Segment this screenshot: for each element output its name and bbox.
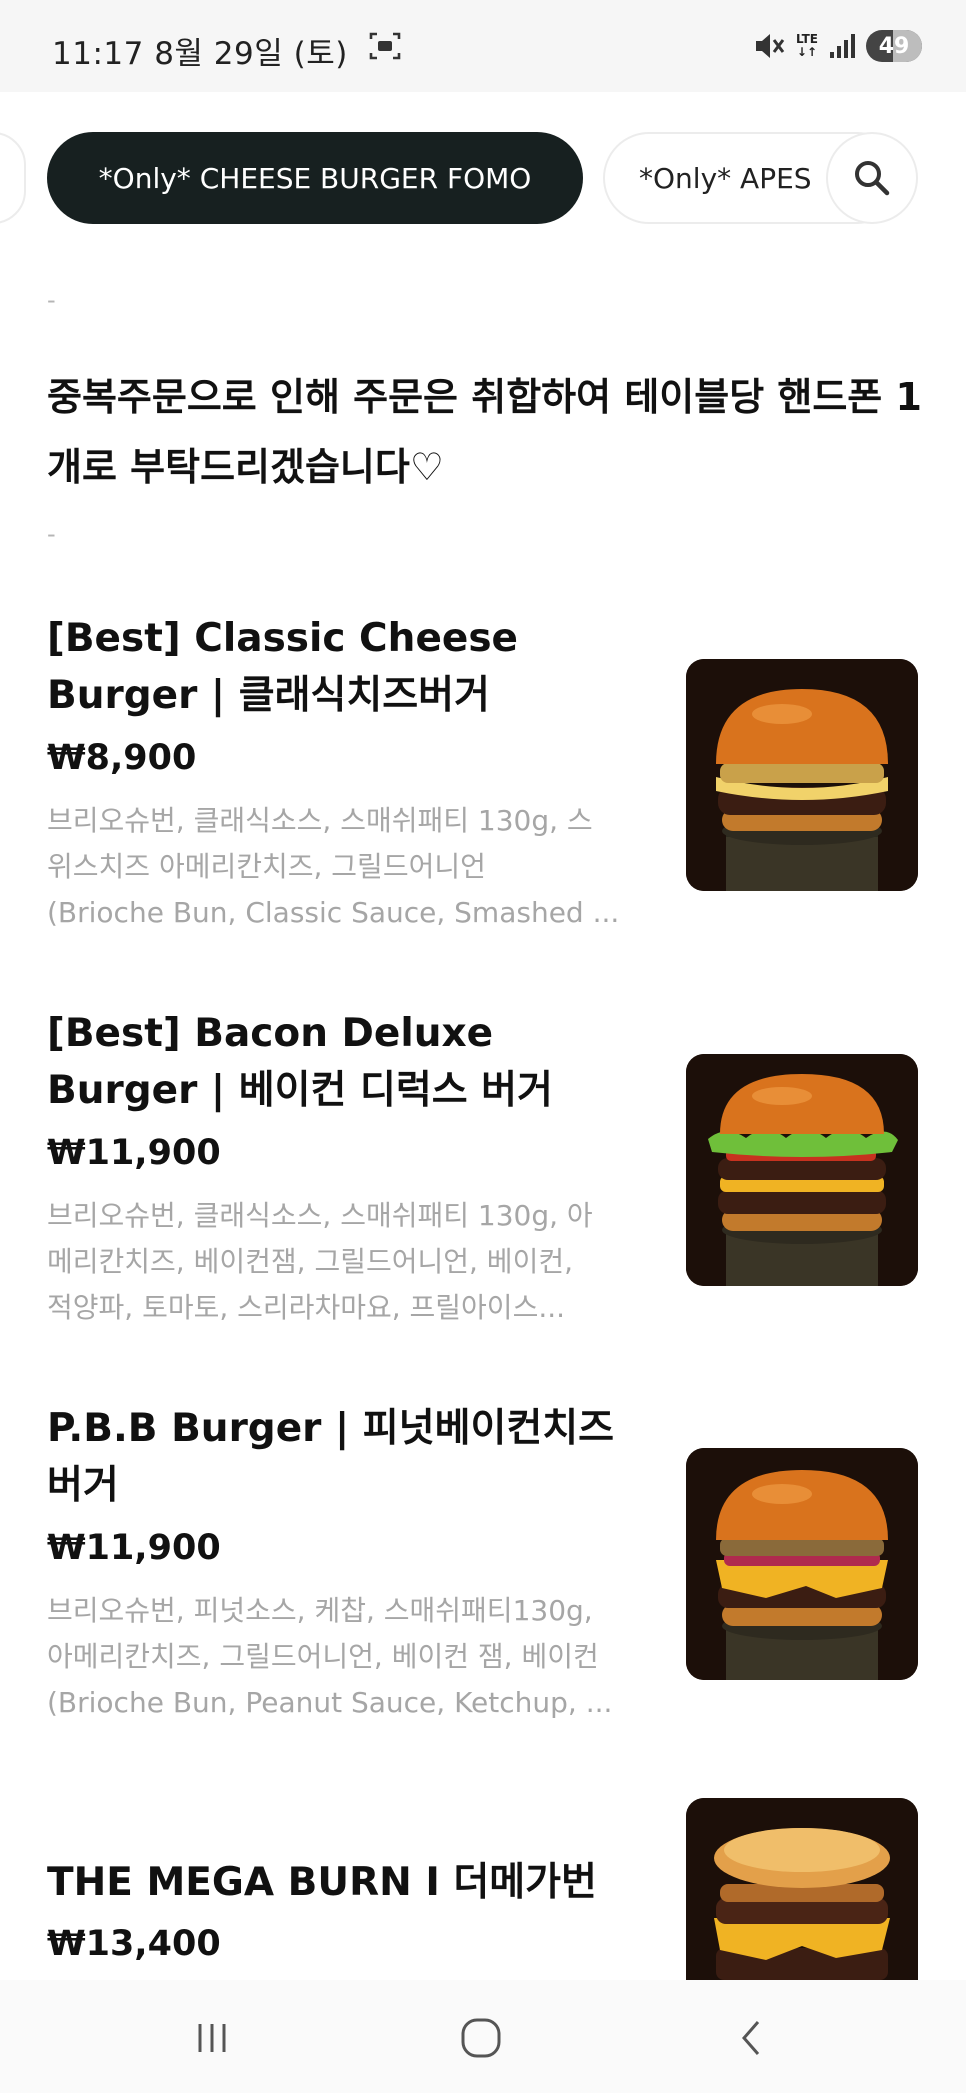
menu-item-price: ₩8,900 <box>47 738 197 778</box>
category-tabs: *Only* CHEESE BURGER FOMO *Only* APES <box>0 120 966 230</box>
notice-text: 중복주문으로 인해 주문은 취합하여 테이블당 핸드폰 1개로 부탁드리겠습니다… <box>47 375 922 489</box>
system-nav-bar <box>0 1980 966 2093</box>
search-icon <box>855 161 890 196</box>
network-type: LTE ↓↑ <box>795 32 818 59</box>
menu-item-name: P.B.B Burger | 피넛베이컨치즈 버거 <box>47 1406 614 1508</box>
menu-item-image <box>686 1448 918 1680</box>
tab-cheese-burger-fomo[interactable]: *Only* CHEESE BURGER FOMO <box>47 132 583 224</box>
tab-label: *Only* APES <box>639 161 812 195</box>
menu-item-image <box>686 1054 918 1286</box>
status-bar: 11:17 8월 29일 (토) LTE ↓↑ 49 <box>0 0 966 92</box>
menu-item-description: 브리오슈번, 클래식소스, 스매쉬패티 130g, 스 위스치즈 아메리칸치즈,… <box>47 804 620 929</box>
back-button[interactable] <box>712 2008 792 2068</box>
screen-record-icon <box>369 32 401 60</box>
signal-icon <box>830 34 855 58</box>
search-button[interactable] <box>826 132 918 224</box>
menu-item-description: 브리오슈번, 클래식소스, 스매쉬패티 130g, 아 메리칸치즈, 베이컨잼,… <box>47 1199 593 1324</box>
menu-item-name: THE MEGA BURN I 더메가번 <box>47 1860 597 1905</box>
menu-item-name: [Best] Bacon Deluxe Burger | 베이컨 디럭스 버거 <box>47 1011 553 1113</box>
mute-icon <box>755 34 785 58</box>
tab-previous[interactable] <box>0 132 26 224</box>
menu-item-price: ₩11,900 <box>47 1133 221 1173</box>
menu-item-price: ₩11,900 <box>47 1528 221 1568</box>
notice-divider-bottom: - <box>47 520 56 548</box>
menu-item-image <box>686 1798 918 1980</box>
menu-item-description: 브리오슈번, 피넛소스, 케찹, 스매쉬패티130g, 아메리칸치즈, 그릴드어… <box>47 1594 613 1719</box>
tab-label: *Only* CHEESE BURGER FOMO <box>98 161 532 195</box>
menu-item-name: [Best] Classic Cheese Burger | 클래식치즈버거 <box>47 616 519 718</box>
home-icon <box>461 2018 501 2058</box>
home-button[interactable] <box>441 2008 521 2068</box>
notice-divider-top: - <box>47 286 56 314</box>
menu-item-price: ₩13,400 <box>47 1924 221 1964</box>
recent-apps-button[interactable] <box>172 2008 252 2068</box>
battery-indicator: 49 <box>866 30 922 62</box>
recent-apps-icon <box>198 2024 226 2052</box>
menu-item-image <box>686 659 918 891</box>
back-icon <box>742 2021 760 2055</box>
status-time-date: 11:17 8월 29일 (토) <box>52 36 348 72</box>
